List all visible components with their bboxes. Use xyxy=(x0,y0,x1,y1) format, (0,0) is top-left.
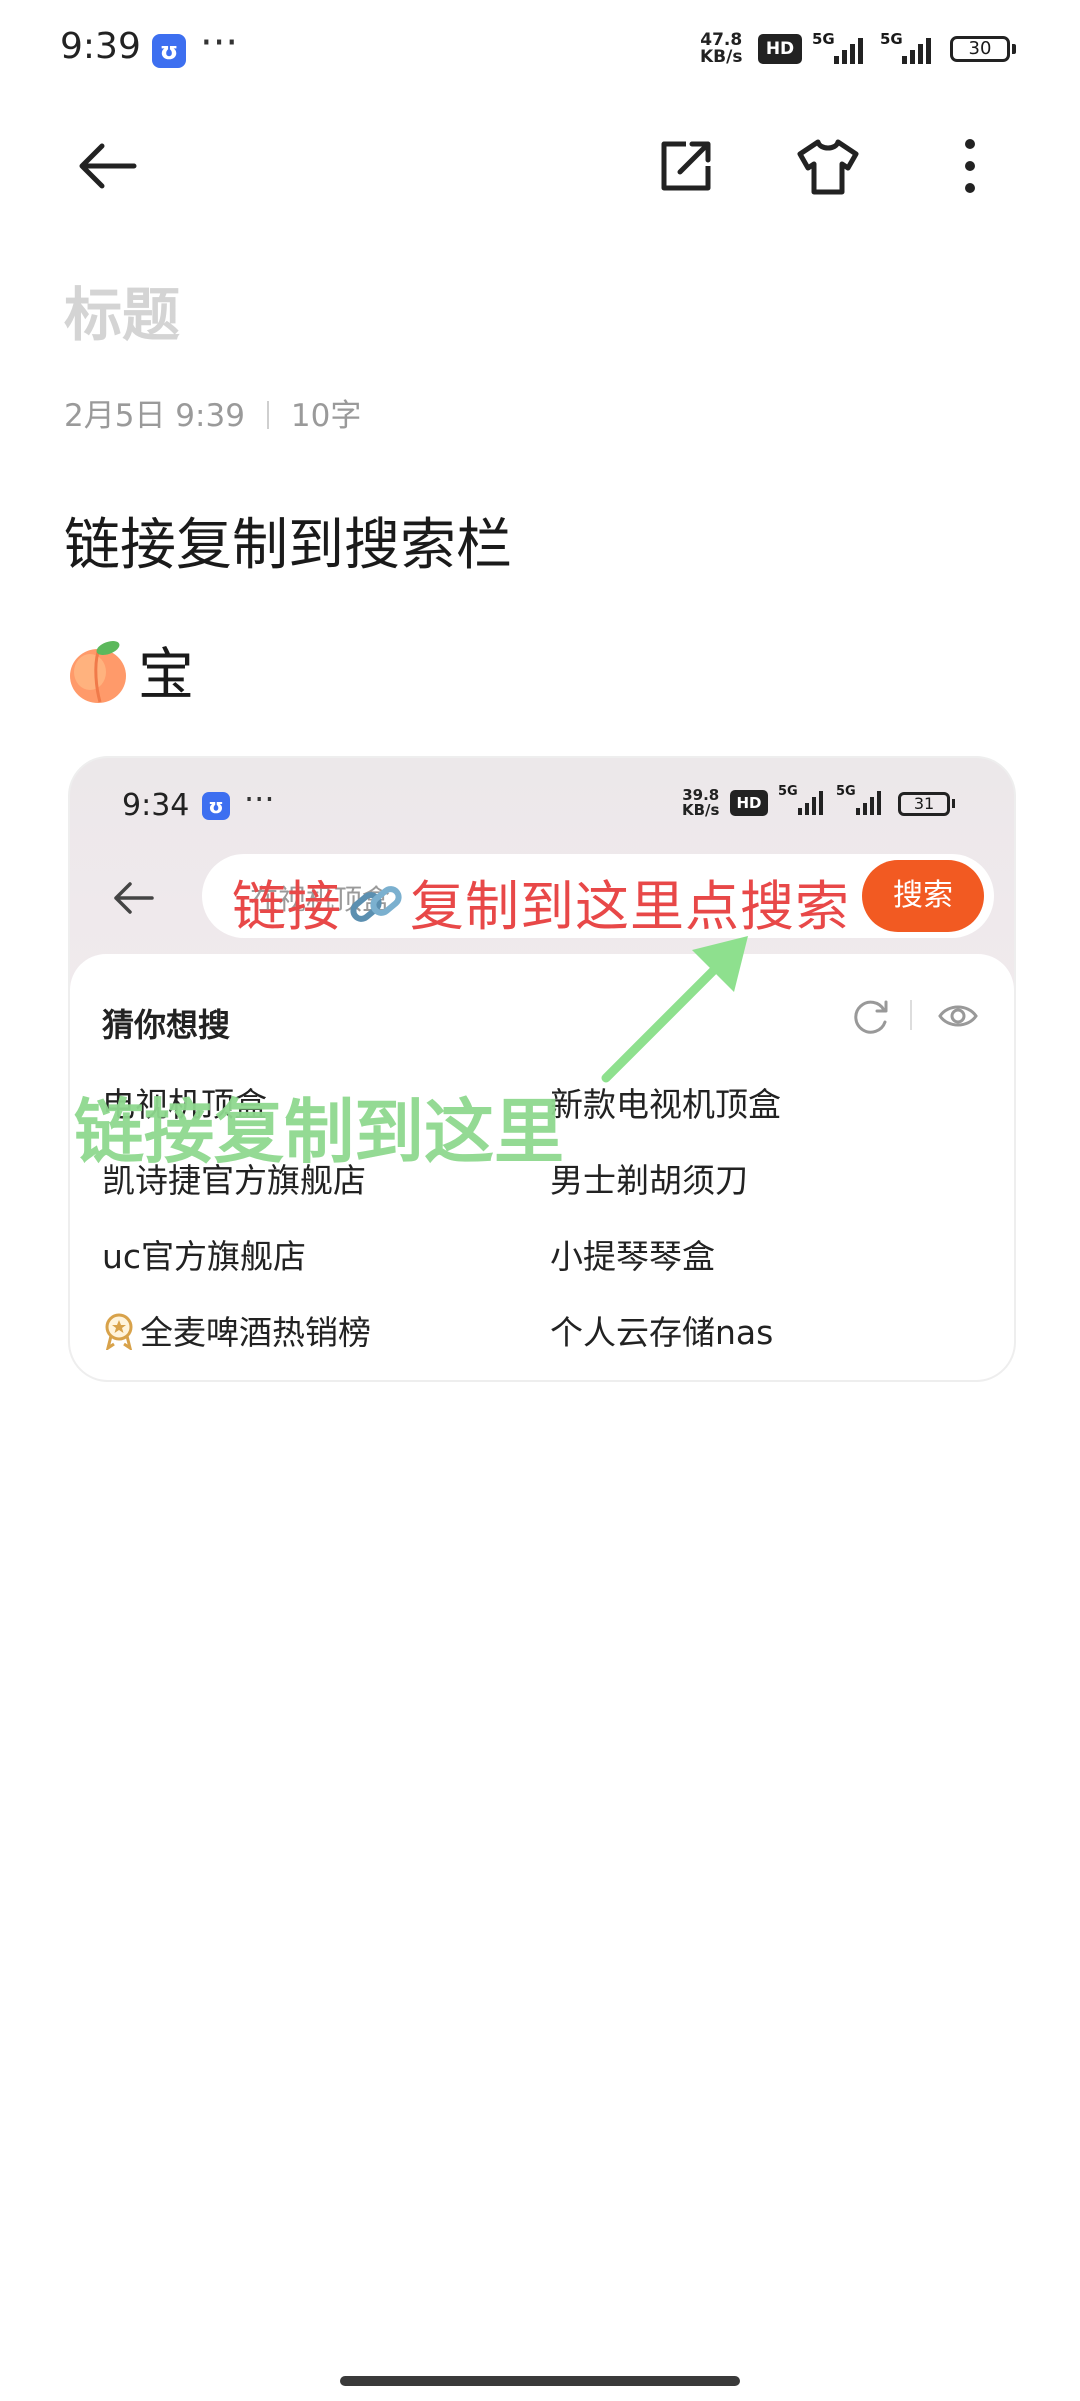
embedded-hd-badge: HD xyxy=(730,790,768,816)
share-icon xyxy=(661,141,711,191)
battery-tip xyxy=(1012,44,1016,54)
note-date: 2月5日 9:39 xyxy=(64,398,245,434)
back-button[interactable] xyxy=(72,130,144,202)
battery-indicator: 30 xyxy=(950,36,1010,62)
more-button[interactable] xyxy=(934,130,1006,202)
embedded-screenshot-image[interactable]: 9:34 ʊ ··· 39.8 KB/s HD 5G 5G 31 在视机顶盒 搜… xyxy=(68,756,1016,1382)
network-speed: 47.8 KB/s xyxy=(700,30,743,67)
note-body-line[interactable]: 链接复制到搜索栏 xyxy=(64,500,512,581)
embedded-battery-tip xyxy=(952,799,955,808)
suggestion-item: 小提琴琴盒 xyxy=(550,1237,715,1276)
more-notifications-icon: ··· xyxy=(200,20,239,66)
arrow-left-icon xyxy=(79,143,137,189)
suggestion-item: uc官方旗舰店 xyxy=(102,1237,307,1276)
suggestion-item: 男士剃胡须刀 xyxy=(550,1161,748,1200)
note-title-input[interactable]: 标题 xyxy=(64,268,180,352)
more-vertical-icon xyxy=(965,139,975,193)
embedded-more-icon: ··· xyxy=(244,780,275,818)
green-annotation: 链接复制到这里 xyxy=(74,1091,564,1173)
note-body-text: 宝 xyxy=(138,643,194,708)
embedded-app-icon: ʊ xyxy=(202,792,230,820)
signal-5g-1: 5G xyxy=(812,30,872,74)
embedded-guess-title: 猜你想搜 xyxy=(102,1006,231,1044)
embedded-divider xyxy=(910,1000,912,1030)
embedded-battery: 31 xyxy=(898,792,950,816)
hd-voice-badge: HD xyxy=(758,34,802,64)
note-char-count: 10字 xyxy=(290,398,362,434)
suggestion-item: 个人云存储nas xyxy=(550,1313,774,1352)
status-time: 9:39 xyxy=(60,26,141,67)
link-emoji-icon xyxy=(350,886,402,922)
note-meta: 2月5日 9:39 10字 xyxy=(64,390,361,435)
meta-divider xyxy=(266,401,269,429)
peach-emoji-icon xyxy=(70,641,126,703)
embedded-signal-2: 5G xyxy=(836,784,890,824)
suggestion-item-hot: 全麦啤酒热销榜 xyxy=(102,1306,371,1354)
theme-button[interactable] xyxy=(792,130,864,202)
embedded-search-button: 搜索 xyxy=(862,860,984,932)
eye-icon xyxy=(938,1005,978,1027)
medal-icon xyxy=(105,1313,133,1352)
green-arrow-icon xyxy=(601,936,748,1083)
home-indicator[interactable] xyxy=(340,2376,740,2386)
signal-5g-2: 5G xyxy=(880,30,942,74)
embedded-status-time: 9:34 xyxy=(122,788,190,823)
refresh-icon xyxy=(854,1000,888,1034)
app-notification-icon: ʊ xyxy=(152,34,186,68)
embedded-back-icon xyxy=(114,882,154,914)
embedded-signal-1: 5G xyxy=(778,784,832,824)
note-body-line[interactable]: 宝 xyxy=(64,630,194,711)
tshirt-icon xyxy=(797,139,859,195)
share-button[interactable] xyxy=(650,130,722,202)
embedded-network-speed: 39.8 KB/s xyxy=(682,786,720,819)
